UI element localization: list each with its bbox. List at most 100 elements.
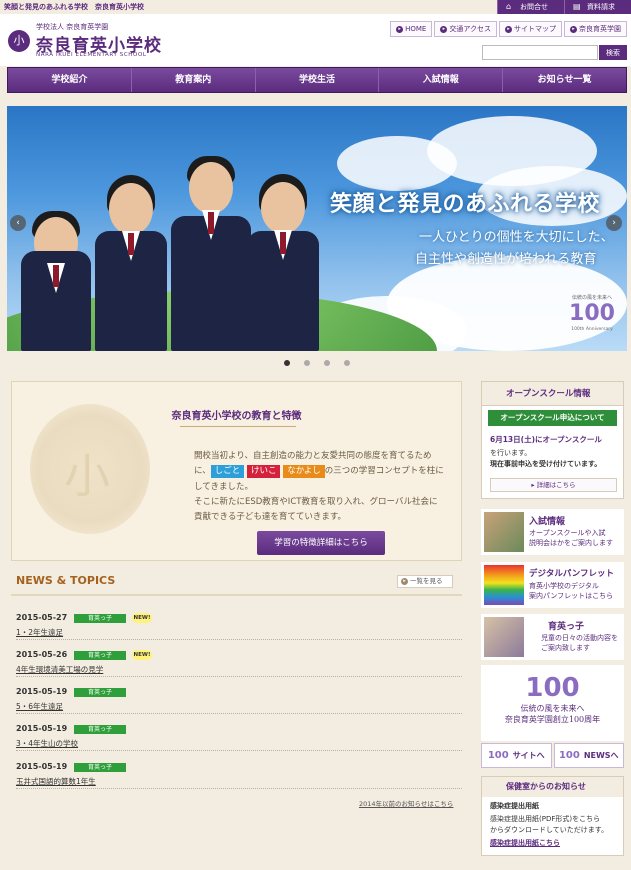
anniversary-banner[interactable]: 100 伝統の風を未来へ 奈良育英学園創立100周年 bbox=[481, 665, 624, 741]
top-links: ⌂ お問合せ ▤ 資料請求 bbox=[497, 0, 631, 14]
news-item[interactable]: 2015-05-19 育英っ子 玉井式国語的算数1年生 bbox=[16, 761, 462, 789]
slider-dot[interactable] bbox=[283, 360, 290, 366]
anniversary-motto: 伝統の風を未来へ bbox=[520, 704, 585, 713]
anniversary-site-button[interactable]: 100 サイトへ bbox=[481, 743, 552, 768]
feature-text-2-post: の三つの学習コンセプトを柱に bbox=[324, 466, 444, 476]
arrow-right-icon: ▸ bbox=[396, 25, 404, 33]
education-feature-box: 小 奈良育英小学校の教育と特徴 開校当初より、自主創造の能力と友愛共同の態度を育… bbox=[11, 381, 462, 561]
arrow-right-icon: ▸ bbox=[401, 578, 408, 585]
anniversary-title: 奈良育英学園創立100周年 bbox=[504, 715, 601, 724]
news-date: 2015-05-19 bbox=[16, 762, 68, 771]
tag-keiko: けいこ bbox=[246, 465, 281, 478]
ikueikko-card-desc-2: ご案内致します bbox=[541, 644, 590, 652]
news-item[interactable]: 2015-05-19 育英っ子 3・4年生山の学校 bbox=[16, 723, 462, 751]
news-title[interactable]: 玉井式国語的算数1年生 bbox=[16, 776, 96, 787]
feature-text-1: 開校当初より、自主創造の能力と友愛共同の態度を育てるため bbox=[194, 451, 432, 461]
top-strip: 笑顔と発見のあふれる学校 奈良育英小学校 ⌂ お問合せ ▤ 資料請求 bbox=[0, 0, 631, 14]
feature-text-2: に、 しごと けいこ なかよし の三つの学習コンセプトを柱に bbox=[194, 464, 444, 479]
site-tagline: 笑顔と発見のあふれる学校 奈良育英小学校 bbox=[4, 3, 144, 11]
home-link[interactable]: ▸ HOME bbox=[390, 21, 433, 37]
anniversary-news-button[interactable]: 100 NEWSへ bbox=[553, 743, 624, 768]
news-date: 2015-05-19 bbox=[16, 687, 68, 696]
news-date: 2015-05-26 bbox=[16, 650, 68, 659]
search-input[interactable] bbox=[482, 45, 598, 60]
open-school-apply-link[interactable]: オープンスクール申込について bbox=[488, 410, 617, 426]
news-category: 育英っ子 bbox=[74, 614, 126, 623]
divider bbox=[11, 594, 462, 596]
feature-text-3: してきました。 bbox=[194, 482, 253, 492]
news-title[interactable]: 5・6年生遠足 bbox=[16, 701, 63, 712]
nav-school-life[interactable]: 学校生活 bbox=[255, 68, 380, 92]
news-more-label: 一覧を見る bbox=[410, 577, 443, 585]
access-link[interactable]: ▸ 交通アクセス bbox=[434, 21, 497, 37]
news-category: 育英っ子 bbox=[74, 725, 126, 734]
slider-dots bbox=[0, 360, 631, 366]
header-sublinks: ▸ HOME ▸ 交通アクセス ▸ サイトマップ ▸ 奈良育英学園 bbox=[390, 21, 627, 37]
admissions-card[interactable]: 入試情報 オープンスクールや入試 説明会はかをご案内します bbox=[481, 509, 624, 555]
open-school-details-button[interactable]: ▸ 詳細はこちら bbox=[490, 478, 617, 492]
ikueikko-card[interactable]: 育英っ子 児童の日々の活動内容を ご案内致します bbox=[481, 614, 624, 660]
hero-slider[interactable]: 笑顔と発見のあふれる学校 一人ひとりの個性を大切にした、 自主性や創造性が培われ… bbox=[7, 106, 627, 351]
house-icon: ⌂ bbox=[506, 2, 512, 11]
brochure-card-title: デジタルパンフレット bbox=[529, 569, 615, 579]
news-archive-link[interactable]: 2014年以前のお知らせはこちら bbox=[359, 798, 453, 808]
sitemap-link[interactable]: ▸ サイトマップ bbox=[499, 21, 562, 37]
open-school-date: 6月13日(土)にオープンスクール bbox=[490, 435, 602, 444]
slider-dot[interactable] bbox=[343, 360, 350, 366]
learning-features-button[interactable]: 学習の特徴詳細はこちら bbox=[257, 531, 385, 555]
admissions-card-desc-1: オープンスクールや入試 bbox=[529, 529, 606, 537]
open-school-desc-1: を行います。 bbox=[490, 449, 532, 457]
tag-shigoto: しごと bbox=[210, 465, 245, 478]
open-school-heading: オープンスクール情報 bbox=[482, 382, 623, 406]
foundation-label: 奈良育英学園 bbox=[579, 25, 621, 33]
news-title[interactable]: 4年生環境清美工場の見学 bbox=[16, 664, 103, 675]
home-label: HOME bbox=[405, 25, 427, 33]
search-button[interactable]: 検索 bbox=[599, 45, 627, 60]
nav-news-list[interactable]: お知らせ一覧 bbox=[503, 68, 626, 92]
badge-number: 100 bbox=[569, 301, 615, 326]
brochure-thumbnail bbox=[484, 565, 524, 605]
anniversary-buttons: 100 サイトへ 100 NEWSへ bbox=[481, 743, 624, 768]
student-figure bbox=[21, 171, 91, 351]
access-label: 交通アクセス bbox=[449, 25, 491, 33]
slider-dot[interactable] bbox=[323, 360, 330, 366]
admissions-card-title: 入試情報 bbox=[529, 517, 566, 527]
nav-education[interactable]: 教育案内 bbox=[131, 68, 256, 92]
anniversary-badge: 伝統の風を未来へ 100 100th Anniversary bbox=[563, 294, 621, 342]
news-title[interactable]: 1・2年生遠足 bbox=[16, 627, 63, 638]
news-more-button[interactable]: ▸ 一覧を見る bbox=[397, 575, 453, 588]
news-category: 育英っ子 bbox=[74, 688, 126, 697]
arrow-right-icon: ▸ bbox=[570, 25, 577, 33]
slider-prev-icon[interactable]: ‹ bbox=[10, 215, 26, 231]
anniversary-site-label: サイトへ bbox=[512, 751, 545, 760]
digital-brochure-card[interactable]: デジタルパンフレット 育英小学校のデジタル 案内パンフレットはこちら bbox=[481, 562, 624, 608]
anniversary-number: 100 bbox=[525, 673, 580, 703]
news-item[interactable]: 2015-05-26 育英っ子 NEW! 4年生環境清美工場の見学 bbox=[16, 649, 462, 677]
ikueikko-thumbnail bbox=[484, 617, 524, 657]
nav-school-intro[interactable]: 学校紹介 bbox=[8, 68, 132, 92]
nav-admissions[interactable]: 入試情報 bbox=[379, 68, 504, 92]
admissions-card-desc-2: 説明会はかをご案内します bbox=[529, 539, 613, 547]
brochure-request-link[interactable]: ▤ 資料請求 bbox=[564, 0, 631, 14]
foundation-link[interactable]: ▸ 奈良育英学園 bbox=[564, 21, 627, 37]
slider-dot[interactable] bbox=[303, 360, 310, 366]
contact-link[interactable]: ⌂ お問合せ bbox=[497, 0, 564, 14]
sitemap-label: サイトマップ bbox=[514, 25, 556, 33]
school-logo-icon[interactable]: 小 bbox=[8, 30, 30, 52]
student-figure bbox=[247, 146, 319, 351]
health-form-desc-2: からダウンロードしていただけます。 bbox=[490, 826, 609, 834]
news-title[interactable]: 3・4年生山の学校 bbox=[16, 738, 78, 749]
anniversary-mini-logo: 100 bbox=[487, 750, 509, 761]
health-form-desc-1: 感染症提出用紙(PDF形式)をこちら bbox=[490, 815, 601, 823]
document-icon: ▤ bbox=[573, 2, 581, 11]
badge-anniversary: 100th Anniversary bbox=[571, 327, 613, 332]
divider bbox=[180, 426, 296, 427]
news-item[interactable]: 2015-05-27 育英っ子 NEW! 1・2年生遠足 bbox=[16, 612, 462, 640]
ikueikko-card-title: 育英っ子 bbox=[548, 622, 585, 632]
slider-next-icon[interactable]: › bbox=[606, 215, 622, 231]
student-figure bbox=[95, 151, 167, 351]
news-item[interactable]: 2015-05-19 育英っ子 5・6年生遠足 bbox=[16, 686, 462, 714]
brochure-card-desc-1: 育英小学校のデジタル bbox=[529, 582, 599, 590]
health-form-link[interactable]: 感染症提出用紙こちら bbox=[490, 838, 615, 848]
brochure-card-desc: 育英小学校のデジタル 案内パンフレットはこちら bbox=[529, 581, 613, 601]
